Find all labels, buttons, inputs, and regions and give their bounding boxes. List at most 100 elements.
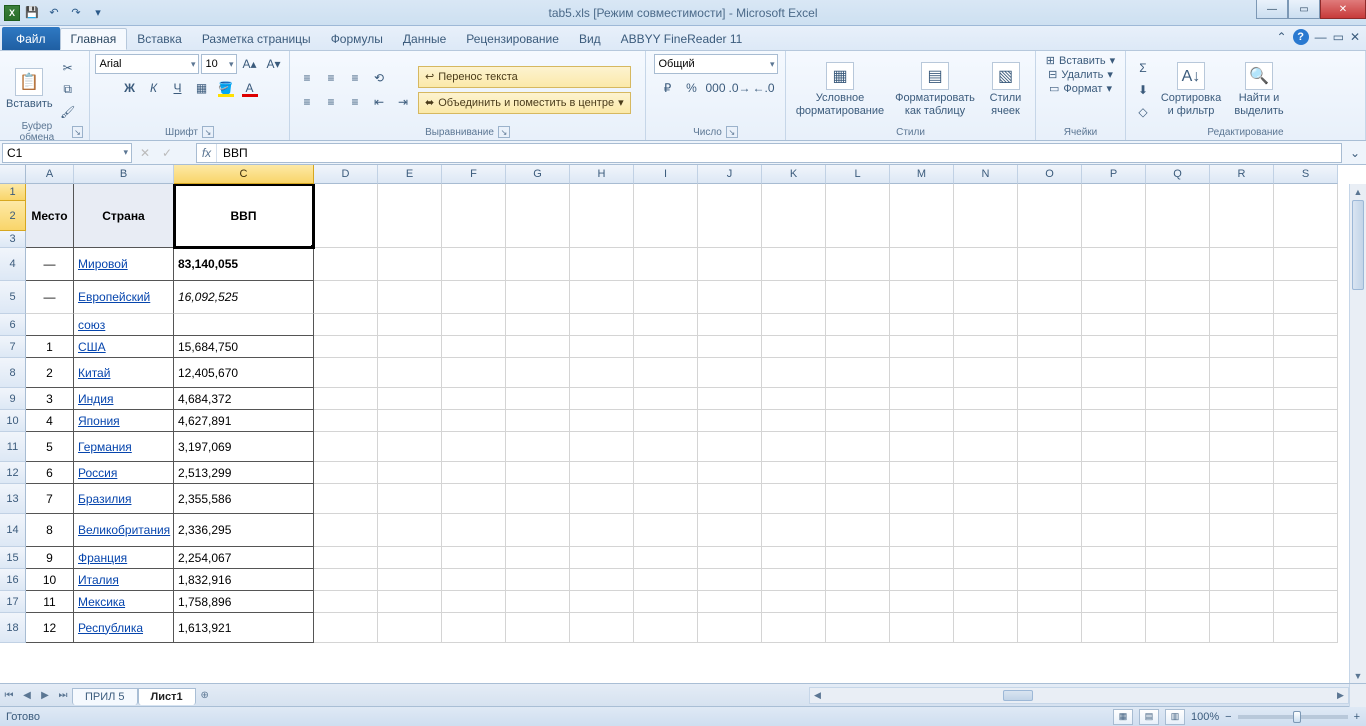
row-header-12[interactable]: 12	[0, 462, 26, 484]
format-as-table-button[interactable]: ▤Форматировать как таблицу	[892, 62, 978, 116]
cell-I17[interactable]	[634, 591, 698, 613]
cell-G12[interactable]	[506, 462, 570, 484]
conditional-formatting-button[interactable]: ▦Условное форматирование	[792, 62, 888, 116]
scroll-down-icon[interactable]: ▼	[1350, 668, 1366, 683]
cell-L10[interactable]	[826, 410, 890, 432]
cell-Q12[interactable]	[1146, 462, 1210, 484]
col-header-B[interactable]: B	[74, 165, 174, 184]
cell-R4[interactable]	[1210, 248, 1274, 281]
cell-P17[interactable]	[1082, 591, 1146, 613]
cell-R5[interactable]	[1210, 281, 1274, 314]
cell-E9[interactable]	[378, 388, 442, 410]
select-all-corner[interactable]	[0, 165, 26, 184]
row-header-1[interactable]: 1	[0, 184, 26, 201]
horizontal-scrollbar[interactable]: ◀ ▶	[809, 687, 1349, 704]
cell-J6[interactable]	[698, 314, 762, 336]
cell-L16[interactable]	[826, 569, 890, 591]
cell-Q5[interactable]	[1146, 281, 1210, 314]
cell-L13[interactable]	[826, 484, 890, 514]
row-header-17[interactable]: 17	[0, 591, 26, 613]
cell-L7[interactable]	[826, 336, 890, 358]
cell-M16[interactable]	[890, 569, 954, 591]
cell-N5[interactable]	[954, 281, 1018, 314]
header-cell-B[interactable]: Страна	[74, 184, 174, 248]
cell-N13[interactable]	[954, 484, 1018, 514]
cell-P14[interactable]	[1082, 514, 1146, 547]
cell-M5[interactable]	[890, 281, 954, 314]
cell-A13[interactable]: 7	[26, 484, 74, 514]
cell-S11[interactable]	[1274, 432, 1338, 462]
cell-A9[interactable]: 3	[26, 388, 74, 410]
cell-C8[interactable]: 12,405,670	[174, 358, 314, 388]
cell-R10[interactable]	[1210, 410, 1274, 432]
cell-D11[interactable]	[314, 432, 378, 462]
cell-I10[interactable]	[634, 410, 698, 432]
normal-view-icon[interactable]: ▦	[1113, 709, 1133, 725]
align-dialog-icon[interactable]: ↘	[498, 126, 510, 138]
shrink-font-icon[interactable]: A▾	[263, 54, 285, 74]
cell-G14[interactable]	[506, 514, 570, 547]
sheet-tab-0[interactable]: ПРИЛ 5	[72, 688, 138, 705]
cell-K7[interactable]	[762, 336, 826, 358]
cell-G7[interactable]	[506, 336, 570, 358]
cell-R7[interactable]	[1210, 336, 1274, 358]
cell-L11[interactable]	[826, 432, 890, 462]
cell-D13[interactable]	[314, 484, 378, 514]
cell-D18[interactable]	[314, 613, 378, 643]
indent-decrease-icon[interactable]: ⇤	[368, 92, 390, 112]
header-cell-J[interactable]	[698, 184, 762, 248]
cell-H5[interactable]	[570, 281, 634, 314]
font-name-combo[interactable]: Arial	[95, 54, 199, 74]
cell-O11[interactable]	[1018, 432, 1082, 462]
tab-nav-prev-icon[interactable]: ◀	[18, 686, 36, 704]
cell-I15[interactable]	[634, 547, 698, 569]
cell-C9[interactable]: 4,684,372	[174, 388, 314, 410]
col-header-A[interactable]: A	[26, 165, 74, 184]
page-break-view-icon[interactable]: ▥	[1165, 709, 1185, 725]
cell-O8[interactable]	[1018, 358, 1082, 388]
cell-J8[interactable]	[698, 358, 762, 388]
cut-icon[interactable]: ✂	[57, 58, 79, 78]
zoom-out-icon[interactable]: −	[1225, 711, 1231, 723]
italic-button[interactable]: К	[143, 78, 165, 98]
col-header-I[interactable]: I	[634, 165, 698, 184]
cell-S7[interactable]	[1274, 336, 1338, 358]
cell-H16[interactable]	[570, 569, 634, 591]
cell-C13[interactable]: 2,355,586	[174, 484, 314, 514]
cell-S12[interactable]	[1274, 462, 1338, 484]
cell-S9[interactable]	[1274, 388, 1338, 410]
cell-A12[interactable]: 6	[26, 462, 74, 484]
cell-E13[interactable]	[378, 484, 442, 514]
cell-C16[interactable]: 1,832,916	[174, 569, 314, 591]
cancel-formula-icon[interactable]: ✕	[134, 143, 156, 163]
cell-F15[interactable]	[442, 547, 506, 569]
align-center-icon[interactable]: ≡	[320, 92, 342, 112]
cell-S15[interactable]	[1274, 547, 1338, 569]
ribbon-tab-2[interactable]: Разметка страницы	[192, 28, 321, 50]
cell-C14[interactable]: 2,336,295	[174, 514, 314, 547]
cell-K6[interactable]	[762, 314, 826, 336]
cell-C5[interactable]: 16,092,525	[174, 281, 314, 314]
format-cells-button[interactable]: ▭Формат▾	[1049, 82, 1112, 95]
minimize-button[interactable]: —	[1256, 0, 1288, 19]
row-header-15[interactable]: 15	[0, 547, 26, 569]
col-header-D[interactable]: D	[314, 165, 378, 184]
new-sheet-icon[interactable]: ⊕	[196, 686, 214, 704]
cell-R6[interactable]	[1210, 314, 1274, 336]
cell-K5[interactable]	[762, 281, 826, 314]
cell-A11[interactable]: 5	[26, 432, 74, 462]
align-right-icon[interactable]: ≡	[344, 92, 366, 112]
cell-R16[interactable]	[1210, 569, 1274, 591]
vertical-scrollbar[interactable]: ▲ ▼	[1349, 184, 1366, 683]
insert-cells-button[interactable]: ⊞Вставить▾	[1046, 54, 1115, 67]
cell-O17[interactable]	[1018, 591, 1082, 613]
cell-M12[interactable]	[890, 462, 954, 484]
cell-H7[interactable]	[570, 336, 634, 358]
cell-S5[interactable]	[1274, 281, 1338, 314]
clipboard-dialog-icon[interactable]: ↘	[72, 126, 83, 138]
cell-O4[interactable]	[1018, 248, 1082, 281]
ribbon-minimize-icon[interactable]: ⌃	[1277, 30, 1287, 44]
header-cell-C[interactable]: ВВП	[174, 184, 314, 248]
cell-A17[interactable]: 11	[26, 591, 74, 613]
cell-L4[interactable]	[826, 248, 890, 281]
